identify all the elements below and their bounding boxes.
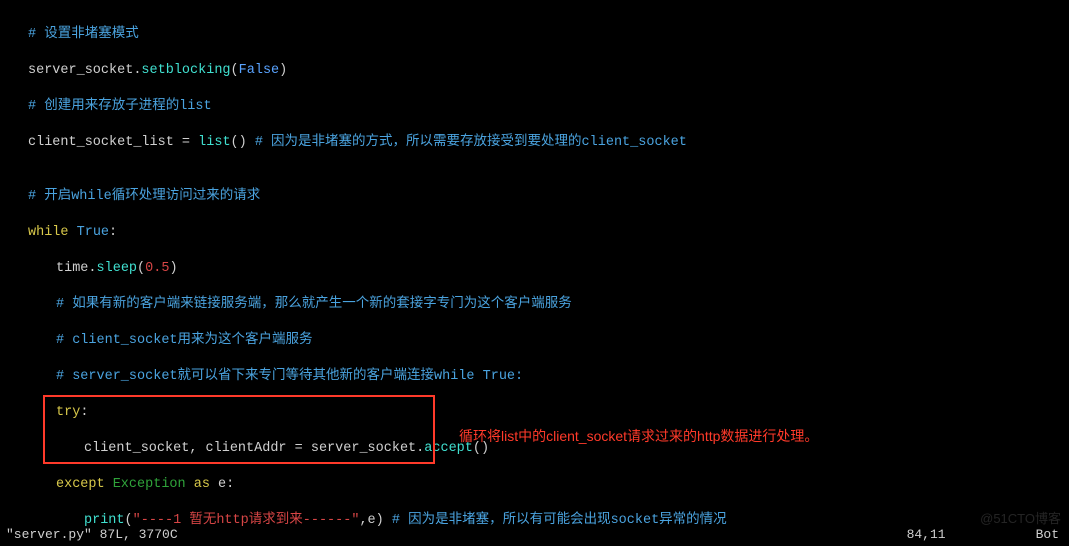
comment: # 如果有新的客户端来链接服务端，那么就产生一个新的套接字专门为这个客户端服务 [56, 297, 572, 312]
vim-status-right: 84,11 Bot [907, 526, 1059, 544]
code-text: server_socket. [28, 63, 141, 78]
status-position: 84,11 [907, 527, 946, 542]
func-call: setblocking [141, 63, 230, 78]
comment: # 因为是非堵塞的方式，所以需要存放接受到要处理的client_socket [247, 135, 687, 150]
colon: : [80, 405, 88, 420]
paren: () [231, 135, 247, 150]
bool-literal: True [69, 225, 110, 240]
number-literal: 0.5 [145, 261, 169, 276]
comment: # client_socket用来为这个客户端服务 [56, 333, 313, 348]
comment: # 设置非堵塞模式 [28, 27, 139, 42]
paren: ) [169, 261, 177, 276]
status-file: "server.py" 87L, 3770C [6, 527, 178, 542]
bool-literal: False [239, 63, 280, 78]
watermark: @51CTO博客 [980, 510, 1061, 528]
code-text: client_socket_list = [28, 135, 198, 150]
keyword: except [56, 477, 105, 492]
func-call: sleep [97, 261, 138, 276]
comment: # server_socket就可以省下来专门等待其他新的客户端连接while … [56, 369, 523, 384]
keyword: try [56, 405, 80, 420]
func-call: list [198, 135, 230, 150]
keyword: as [194, 477, 210, 492]
annotation-text: 循环将list中的client_socket请求过来的http数据进行处理。 [459, 427, 818, 445]
status-mode: Bot [1036, 527, 1059, 542]
code-text: time. [56, 261, 97, 276]
keyword: while [28, 225, 69, 240]
code-editor[interactable]: # 设置非堵塞模式 server_socket.setblocking(Fals… [0, 0, 1069, 546]
paren: ( [137, 261, 145, 276]
exception-class: Exception [105, 477, 194, 492]
colon: : [109, 225, 117, 240]
code-text: client_socket, clientAddr = server_socke… [84, 441, 424, 456]
comment: # 创建用来存放子进程的list [28, 99, 212, 114]
code-text: e: [210, 477, 234, 492]
paren: ) [279, 63, 287, 78]
comment: # 开启while循环处理访问过来的请求 [28, 189, 260, 204]
paren: ( [231, 63, 239, 78]
